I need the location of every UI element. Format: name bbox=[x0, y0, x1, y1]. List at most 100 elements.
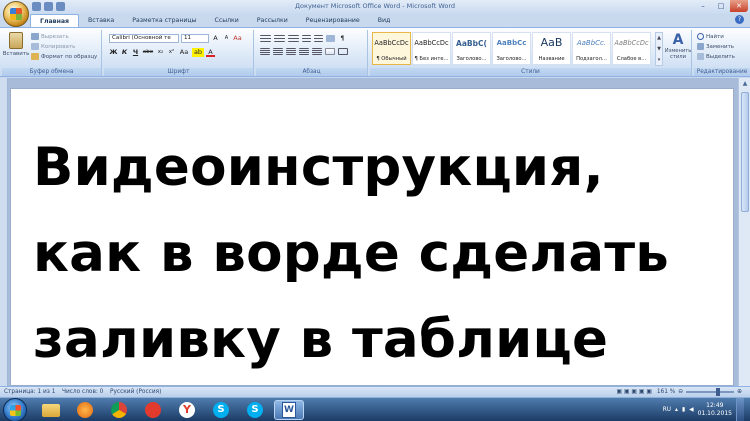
align-center-icon[interactable] bbox=[273, 48, 283, 55]
copy-button[interactable]: Копировать bbox=[31, 43, 75, 50]
clipboard-group-label: Буфер обмена bbox=[2, 68, 101, 76]
clock[interactable]: 12:49 01.10.2015 bbox=[698, 402, 732, 418]
start-button[interactable] bbox=[3, 398, 27, 421]
style-name: ¶ Без инте... bbox=[414, 56, 449, 62]
ribbon: Вставить Вырезать Копировать Формат по о… bbox=[0, 27, 750, 77]
vertical-scrollbar[interactable]: ▲ bbox=[738, 78, 750, 386]
document-text[interactable]: Видеоинструкция, как в ворде сделать зал… bbox=[33, 125, 669, 383]
page-count[interactable]: Страница: 1 из 1 bbox=[4, 389, 55, 395]
close-button[interactable]: ✕ bbox=[730, 0, 748, 12]
superscript-button[interactable]: x² bbox=[167, 48, 176, 57]
select-label: Выделить bbox=[706, 53, 735, 60]
grow-font-button[interactable]: A bbox=[211, 34, 220, 43]
network-icon[interactable]: ▮ bbox=[682, 407, 685, 413]
justify-icon[interactable] bbox=[299, 48, 309, 55]
style-subtle-emphasis[interactable]: AaBbCcDc Слабое в... bbox=[612, 32, 651, 65]
tab-home[interactable]: Главная bbox=[30, 14, 79, 27]
sort-icon[interactable] bbox=[326, 35, 335, 42]
explorer-icon[interactable] bbox=[36, 400, 66, 420]
tab-mailings[interactable]: Рассылки bbox=[248, 14, 297, 27]
decrease-indent-icon[interactable] bbox=[302, 35, 311, 42]
style-sample: AaBbCc bbox=[496, 39, 527, 47]
show-desktop-button[interactable] bbox=[736, 398, 744, 421]
scroll-up-icon[interactable]: ▲ bbox=[739, 78, 750, 89]
borders-icon[interactable] bbox=[338, 48, 348, 55]
maximize-button[interactable]: □ bbox=[712, 0, 730, 12]
scroll-thumb[interactable] bbox=[741, 92, 749, 212]
font-size-select[interactable]: 11 bbox=[181, 34, 209, 43]
replace-button[interactable]: Заменить bbox=[697, 43, 734, 50]
subscript-button[interactable]: x₂ bbox=[156, 48, 165, 57]
language-indicator[interactable]: Русский (Россия) bbox=[110, 389, 161, 395]
yandex-browser-icon[interactable]: Y bbox=[172, 400, 202, 420]
document-page[interactable]: Видеоинструкция, как в ворде сделать зал… bbox=[10, 88, 734, 386]
taskbar: Y S S W RU ▴ ▮ ◀ 12:49 01.10.2015 bbox=[0, 397, 750, 421]
zoom-in-icon[interactable]: ⊕ bbox=[737, 389, 742, 395]
style-name: Слабое в... bbox=[616, 56, 647, 62]
style-name: Подзагол... bbox=[576, 56, 607, 62]
tab-review[interactable]: Рецензирование bbox=[297, 14, 369, 27]
word-icon[interactable]: W bbox=[274, 400, 304, 420]
numbering-icon[interactable] bbox=[274, 35, 285, 42]
style-heading-2[interactable]: AaBbCc Заголово... bbox=[492, 32, 531, 65]
change-case-button[interactable]: Aa bbox=[178, 48, 190, 57]
tab-insert[interactable]: Вставка bbox=[79, 14, 123, 27]
align-right-icon[interactable] bbox=[286, 48, 296, 55]
style-heading-1[interactable]: AaBbC( Заголово... bbox=[452, 32, 491, 65]
style-title[interactable]: AaB Название bbox=[532, 32, 571, 65]
help-icon[interactable]: ? bbox=[735, 15, 744, 24]
show-marks-button[interactable]: ¶ bbox=[338, 34, 347, 43]
bold-button[interactable]: Ж bbox=[109, 48, 118, 57]
clear-format-button[interactable]: Aa bbox=[233, 34, 242, 43]
cut-button[interactable]: Вырезать bbox=[31, 33, 69, 40]
style-normal[interactable]: AaBbCcDc ¶ Обычный bbox=[372, 32, 411, 65]
styles-scroll[interactable]: ▲ ▼ ▾ bbox=[655, 32, 663, 66]
office-button[interactable] bbox=[3, 1, 29, 27]
yandex-icon[interactable] bbox=[138, 400, 168, 420]
zoom-level[interactable]: 161 % bbox=[657, 389, 675, 395]
change-styles-icon: A bbox=[672, 32, 684, 48]
underline-button[interactable]: Ч bbox=[131, 48, 140, 57]
tab-view[interactable]: Вид bbox=[369, 14, 400, 27]
italic-button[interactable]: К bbox=[120, 48, 129, 57]
skype-icon-2[interactable]: S bbox=[240, 400, 270, 420]
format-painter-button[interactable]: Формат по образцу bbox=[31, 53, 97, 60]
paste-button[interactable]: Вставить bbox=[3, 32, 29, 57]
strikethrough-button[interactable]: abe bbox=[142, 48, 154, 57]
shrink-font-button[interactable]: A bbox=[222, 34, 231, 43]
replace-icon bbox=[697, 43, 704, 50]
find-button[interactable]: Найти bbox=[697, 33, 724, 40]
font-name-select[interactable]: Calibri (Основной те bbox=[109, 34, 179, 43]
editing-group: Найти Заменить Выделить Редактирование bbox=[694, 30, 750, 76]
tab-references[interactable]: Ссылки bbox=[206, 14, 248, 27]
tab-page-layout[interactable]: Разметка страницы bbox=[123, 14, 205, 27]
font-color-button[interactable]: A bbox=[206, 48, 215, 57]
style-sample: AaBbC( bbox=[456, 39, 487, 48]
tray-arrow-icon[interactable]: ▴ bbox=[675, 407, 678, 413]
zoom-out-icon[interactable]: ⊖ bbox=[678, 389, 683, 395]
increase-indent-icon[interactable] bbox=[314, 35, 323, 42]
zoom-slider-thumb[interactable] bbox=[716, 388, 721, 396]
replace-label: Заменить bbox=[706, 43, 735, 50]
shading-icon[interactable] bbox=[325, 48, 335, 55]
multilevel-list-icon[interactable] bbox=[288, 35, 299, 42]
bullets-icon[interactable] bbox=[260, 35, 271, 42]
volume-icon[interactable]: ◀ bbox=[689, 407, 693, 413]
zoom-slider[interactable] bbox=[686, 388, 735, 396]
document-line: Видеоинструкция, bbox=[33, 137, 604, 198]
line-spacing-icon[interactable] bbox=[312, 48, 322, 55]
input-language[interactable]: RU bbox=[663, 407, 671, 413]
select-button[interactable]: Выделить bbox=[697, 53, 735, 60]
skype-icon[interactable]: S bbox=[206, 400, 236, 420]
align-left-icon[interactable] bbox=[260, 48, 270, 55]
media-player-icon[interactable] bbox=[70, 400, 100, 420]
highlight-button[interactable]: ab bbox=[192, 48, 204, 57]
word-count[interactable]: Число слов: 0 bbox=[62, 389, 103, 395]
style-no-spacing[interactable]: AaBbCcDc ¶ Без инте... bbox=[412, 32, 451, 65]
style-subtitle[interactable]: AaBbCc. Подзагол... bbox=[572, 32, 611, 65]
chrome-icon[interactable] bbox=[104, 400, 134, 420]
change-styles-button[interactable]: A Изменить стили bbox=[665, 32, 692, 60]
view-buttons[interactable]: ▣▣▣▣▣ bbox=[616, 389, 653, 395]
styles-group: AaBbCcDc ¶ Обычный AaBbCcDc ¶ Без инте..… bbox=[370, 30, 692, 76]
minimize-button[interactable]: – bbox=[694, 0, 712, 12]
